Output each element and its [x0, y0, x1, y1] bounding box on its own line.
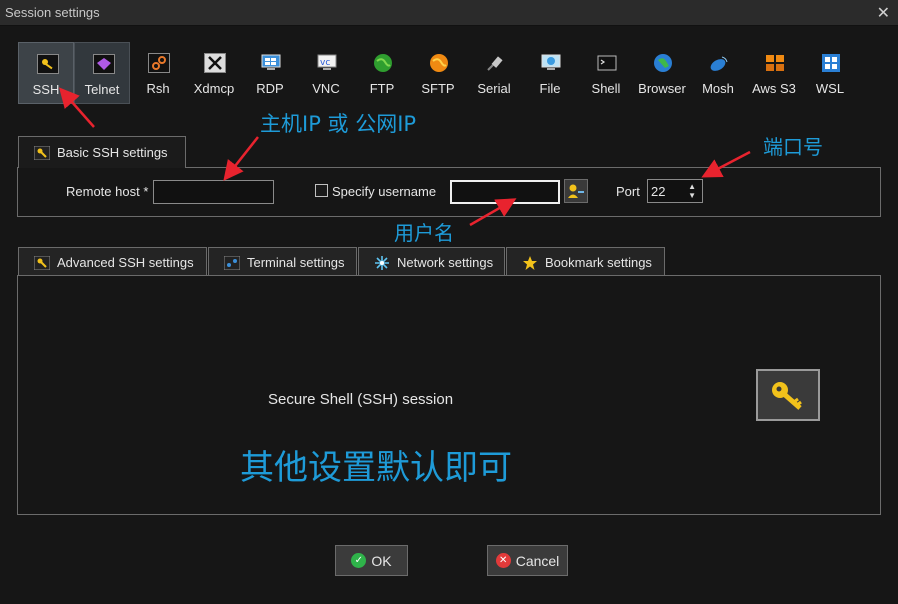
cancel-icon: ✕	[495, 553, 511, 568]
annotation-username: 用户名	[394, 221, 454, 245]
tab-label: Network settings	[397, 255, 494, 270]
protocol-label: RDP	[256, 81, 284, 96]
telnet-gem-icon	[93, 54, 115, 74]
tab-basic-ssh-settings[interactable]: Basic SSH settings	[18, 136, 186, 168]
tab-bookmark-settings[interactable]: Bookmark settings	[506, 247, 665, 276]
protocol-label: Aws S3	[752, 81, 796, 96]
annotation-default-settings: 其他设置默认即可	[240, 448, 512, 488]
key-icon	[34, 256, 50, 270]
terminal-icon	[224, 256, 240, 270]
port-value: 22	[651, 184, 666, 199]
tab-terminal-settings[interactable]: Terminal settings	[208, 247, 357, 276]
remote-host-label: Remote host *	[66, 184, 149, 199]
sftp-globe-icon	[428, 53, 450, 73]
protocol-label: Xdmcp	[193, 81, 235, 96]
rdp-monitor-icon	[260, 53, 282, 73]
aws-s3-boxes-icon	[764, 53, 786, 73]
protocol-label: SFTP	[421, 81, 455, 96]
user-credentials-button[interactable]	[564, 179, 588, 203]
cancel-button[interactable]: ✕ Cancel	[487, 545, 568, 576]
close-icon[interactable]: ✕	[877, 3, 890, 23]
tab-label: Bookmark settings	[545, 255, 652, 270]
port-decrement-icon[interactable]: ▼	[688, 192, 696, 200]
protocol-file[interactable]: File	[522, 42, 578, 104]
protocol-sftp[interactable]: SFTP	[410, 42, 466, 104]
user-key-icon	[568, 184, 584, 198]
window-title: Session settings	[5, 5, 100, 20]
network-icon	[374, 256, 390, 270]
wsl-windows-icon	[820, 53, 842, 73]
ftp-globe-icon	[372, 53, 394, 73]
protocol-rdp[interactable]: RDP	[242, 42, 298, 104]
username-input[interactable]	[450, 180, 560, 204]
tab-label: Terminal settings	[247, 255, 345, 270]
protocol-aws-s3[interactable]: Aws S3	[746, 42, 802, 104]
key-icon	[33, 145, 51, 161]
protocol-wsl[interactable]: WSL	[802, 42, 858, 104]
shell-terminal-icon	[596, 53, 618, 73]
protocol-label: Shell	[591, 81, 621, 96]
protocol-bar: SSH Telnet Rsh Xdmcp RDP vc VNC FTP SFTP…	[18, 42, 858, 104]
specify-username-checkbox[interactable]	[315, 184, 328, 197]
title-bar: Session settings ✕	[0, 0, 898, 26]
vnc-monitor-icon: vc	[316, 53, 338, 73]
star-icon	[522, 256, 538, 270]
protocol-label: Serial	[477, 81, 511, 96]
xdmcp-x-icon	[204, 53, 226, 73]
protocol-browser[interactable]: Browser	[634, 42, 690, 104]
ok-button[interactable]: ✓ OK	[335, 545, 408, 576]
serial-plug-icon	[484, 53, 506, 73]
settings-tabs: Advanced SSH settings Terminal settings …	[18, 247, 666, 276]
ok-label: OK	[371, 552, 392, 569]
protocol-rsh[interactable]: Rsh	[130, 42, 186, 104]
tab-label: Basic SSH settings	[57, 145, 168, 160]
protocol-ftp[interactable]: FTP	[354, 42, 410, 104]
protocol-label: File	[539, 81, 561, 96]
protocol-telnet[interactable]: Telnet	[74, 42, 130, 104]
protocol-label: FTP	[369, 81, 395, 96]
port-input[interactable]: 22 ▲ ▼	[647, 179, 703, 203]
specify-username-label[interactable]: Specify username	[332, 184, 436, 199]
session-description: Secure Shell (SSH) session	[268, 391, 454, 408]
check-icon: ✓	[351, 553, 367, 568]
port-increment-icon[interactable]: ▲	[688, 183, 696, 191]
protocol-vnc[interactable]: vc VNC	[298, 42, 354, 104]
rsh-icon	[148, 53, 170, 73]
protocol-label: SSH	[32, 82, 60, 97]
protocol-mosh[interactable]: Mosh	[690, 42, 746, 104]
mosh-dish-icon	[708, 53, 730, 73]
protocol-label: VNC	[312, 81, 340, 96]
protocol-label: WSL	[815, 81, 845, 96]
browser-globe-icon	[652, 53, 674, 73]
remote-host-input[interactable]	[153, 180, 274, 204]
protocol-label: Telnet	[84, 82, 120, 97]
ssh-key-icon	[37, 54, 59, 74]
protocol-label: Rsh	[146, 81, 170, 96]
svg-text:vc: vc	[320, 58, 330, 68]
protocol-label: Browser	[638, 81, 686, 96]
port-label: Port	[616, 184, 640, 199]
tab-advanced-ssh-settings[interactable]: Advanced SSH settings	[18, 247, 207, 276]
tab-network-settings[interactable]: Network settings	[358, 247, 505, 276]
protocol-serial[interactable]: Serial	[466, 42, 522, 104]
annotation-remote-host: 主机IP 或 公网IP	[260, 112, 417, 136]
tab-label: Advanced SSH settings	[57, 255, 194, 270]
protocol-shell[interactable]: Shell	[578, 42, 634, 104]
ssh-key-large-icon	[756, 369, 820, 421]
cancel-label: Cancel	[515, 552, 560, 569]
annotation-port: 端口号	[763, 135, 823, 159]
protocol-ssh[interactable]: SSH	[18, 42, 74, 104]
protocol-label: Mosh	[702, 81, 734, 96]
protocol-xdmcp[interactable]: Xdmcp	[186, 42, 242, 104]
file-monitor-icon	[540, 53, 562, 73]
